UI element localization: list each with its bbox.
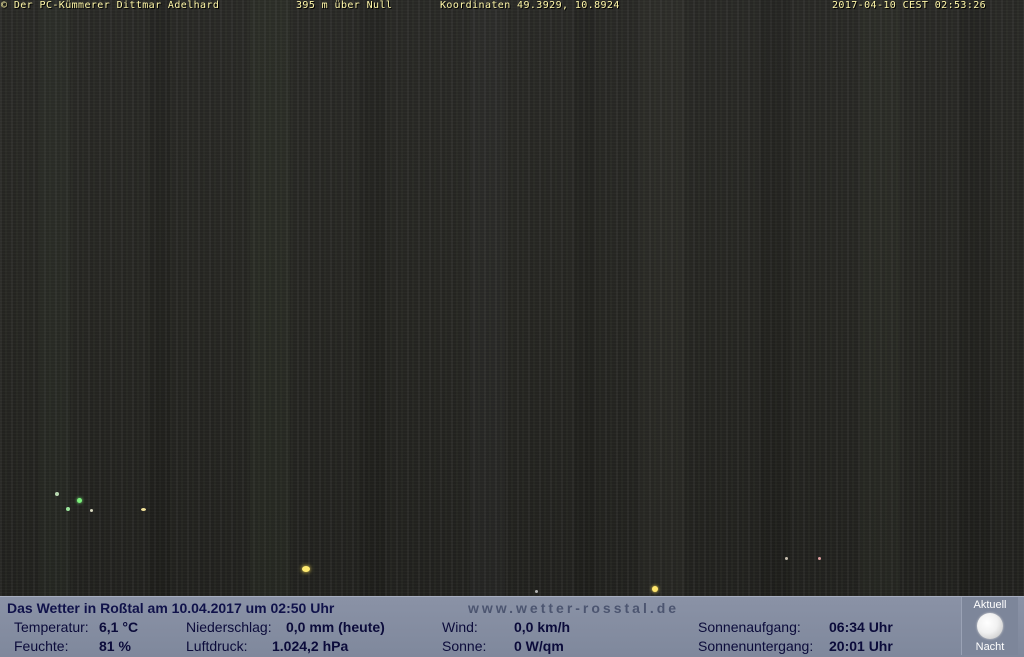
sunset-value: 20:01 Uhr — [829, 638, 893, 654]
sunrise-value: 06:34 Uhr — [829, 619, 893, 635]
light-spot — [652, 586, 658, 592]
moon-night-label: Nacht — [975, 641, 1005, 653]
light-spot — [77, 498, 82, 503]
moon-icon — [977, 613, 1003, 639]
pressure-label: Luftdruck: — [186, 638, 248, 654]
light-spot — [818, 557, 821, 560]
copyright-text: © Der PC-Kümmerer Dittmar Adelhard — [1, 0, 220, 11]
light-spot — [302, 566, 310, 572]
temperature-label: Temperatur: — [14, 619, 89, 635]
light-spot — [90, 509, 93, 512]
altitude-text: 395 m über Null — [296, 0, 393, 11]
coordinates-text: Koordinaten 49.3929, 10.8924 — [440, 0, 620, 11]
temperature-value: 6,1 °C — [99, 619, 139, 635]
sunset-label: Sonnenuntergang: — [698, 638, 814, 654]
pressure-value: 1.024,2 hPa — [272, 638, 349, 654]
weather-title: Das Wetter in Roßtal am 10.04.2017 um 02… — [7, 600, 335, 616]
light-spot — [535, 590, 538, 593]
humidity-label: Feuchte: — [14, 638, 69, 654]
wind-label: Wind: — [442, 619, 478, 635]
humidity-value: 81 % — [99, 638, 131, 654]
timestamp-text: 2017-04-10 CEST 02:53:26 — [832, 0, 987, 11]
sun-radiation-label: Sonne: — [442, 638, 487, 654]
moon-phase-box: Aktuell Nacht — [961, 597, 1018, 655]
website-link[interactable]: www.wetter-rosstal.de — [468, 600, 679, 616]
sunrise-label: Sonnenaufgang: — [698, 619, 801, 635]
precipitation-label: Niederschlag: — [186, 619, 272, 635]
moon-current-label: Aktuell — [973, 599, 1007, 611]
wind-value: 0,0 km/h — [514, 619, 571, 635]
precipitation-value: 0,0 mm (heute) — [286, 619, 385, 635]
light-spot — [141, 508, 146, 511]
webcam-image — [0, 0, 1024, 596]
light-spot — [66, 507, 70, 511]
sun-radiation-value: 0 W/qm — [514, 638, 564, 654]
light-spot — [785, 557, 788, 560]
light-spot — [55, 492, 59, 496]
weather-panel: Das Wetter in Roßtal am 10.04.2017 um 02… — [0, 596, 1024, 657]
webcam-overlay-bar: © Der PC-Kümmerer Dittmar Adelhard 395 m… — [0, 0, 1024, 12]
